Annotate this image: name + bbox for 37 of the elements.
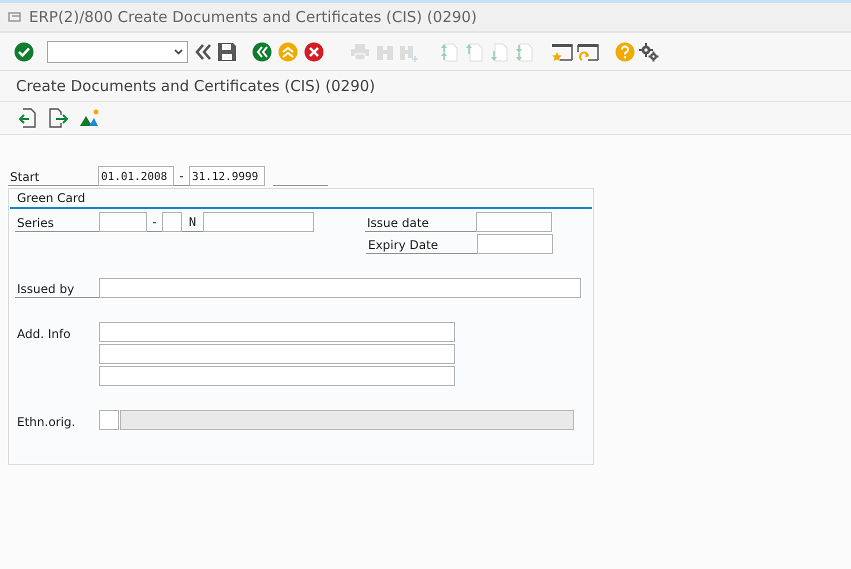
back-icon[interactable] [252,42,272,62]
input-field[interactable] [477,234,553,254]
window-arrow-icon[interactable] [577,42,599,62]
input-field[interactable] [99,212,147,232]
input-field[interactable] [99,322,455,342]
cancel-icon[interactable] [304,42,324,62]
input-field[interactable] [99,278,581,298]
command-field[interactable] [47,40,188,62]
caret-icon [174,48,183,54]
field-label: Ethn.orig. [16,414,76,430]
exit-icon[interactable] [278,42,298,62]
window-title: ERP(2)/800 Create Documents and Certificates (CIS) (0290) [29,8,477,26]
input-field[interactable] [162,212,182,232]
input-field[interactable] [476,212,552,232]
screen-title: Create Documents and Certificates (CIS) (0290) [16,77,376,95]
picture-icon[interactable] [80,108,100,128]
menu-icon[interactable] [8,11,22,23]
previous-page-icon[interactable] [466,42,484,62]
input-field[interactable]: 01.01.2008 [98,166,174,186]
settings-icon[interactable] [639,42,659,62]
input-field[interactable] [203,212,314,232]
next-page-icon[interactable] [491,42,509,62]
input-field[interactable]: 31.12.9999 [189,166,265,186]
save-icon[interactable] [217,42,237,62]
enter-icon[interactable] [14,42,34,62]
input-field[interactable] [99,344,455,364]
double-left-icon[interactable] [195,42,211,62]
first-page-icon[interactable] [441,42,459,62]
export-icon[interactable] [48,108,68,128]
last-page-icon[interactable] [516,42,534,62]
field-label: Add. Info [16,326,72,342]
group-title: Green Card [10,189,592,209]
window-star-icon[interactable] [551,42,573,62]
printer-icon[interactable] [350,42,370,62]
input-field[interactable] [99,410,119,430]
input-field[interactable] [99,366,455,386]
import-icon[interactable] [18,108,36,128]
